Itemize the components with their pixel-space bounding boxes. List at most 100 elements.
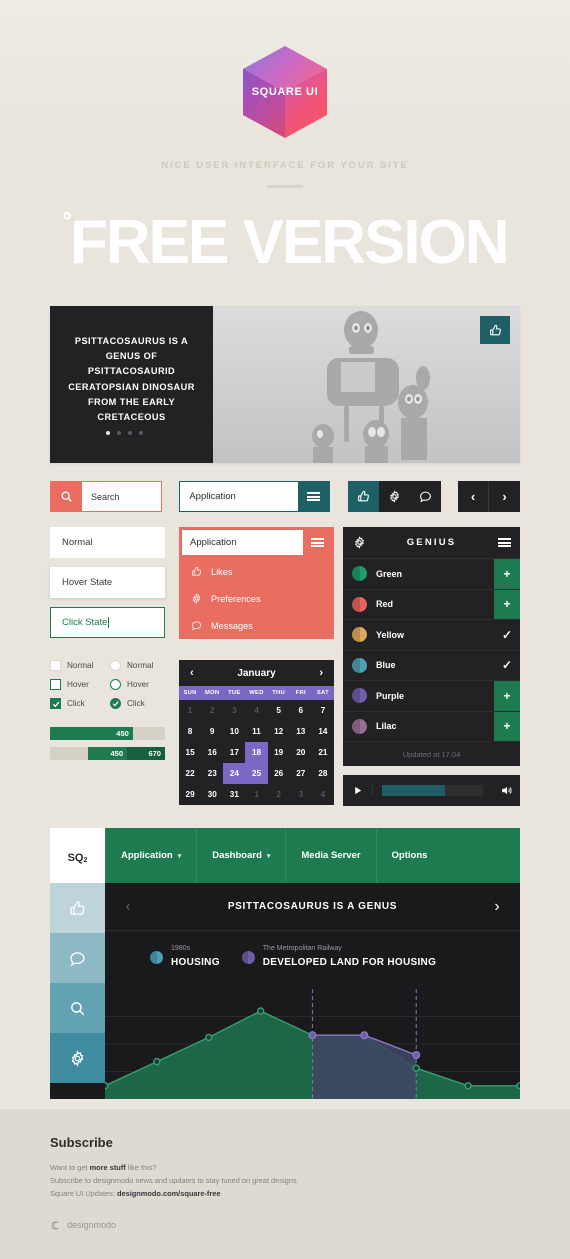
dropdown-header[interactable]: Application — [179, 527, 334, 558]
input-hover[interactable]: Hover State — [50, 567, 165, 598]
calendar-day[interactable]: 3 — [223, 700, 245, 721]
play-button[interactable] — [343, 785, 373, 796]
add-button[interactable]: + — [494, 711, 520, 741]
thumbs-up-button[interactable] — [347, 481, 379, 512]
calendar-day[interactable]: 7 — [312, 700, 334, 721]
gear-button[interactable] — [343, 536, 375, 549]
calendar-day[interactable]: 3 — [290, 784, 312, 805]
input-click[interactable]: Click State — [50, 607, 165, 638]
calendar-day[interactable]: 12 — [268, 721, 290, 742]
dropdown-item-preferences[interactable]: Preferences — [179, 585, 334, 612]
slider-dots[interactable] — [106, 431, 143, 435]
calendar-day[interactable]: 8 — [179, 721, 201, 742]
radio-icon[interactable] — [110, 679, 121, 690]
calendar-day[interactable]: 22 — [179, 763, 201, 784]
calendar-day[interactable]: 4 — [245, 700, 267, 721]
checkbox-click[interactable]: Click — [50, 698, 110, 709]
radio-icon[interactable] — [110, 698, 121, 709]
hamburger-icon[interactable] — [303, 530, 331, 555]
search-field[interactable]: Search — [50, 481, 162, 512]
messages-button[interactable] — [410, 481, 441, 512]
confirm-button[interactable]: ✓ — [494, 651, 520, 681]
nav-item-options[interactable]: Options — [375, 828, 443, 883]
footer-line1-bold[interactable]: more stuff — [90, 1163, 126, 1172]
dropdown-item-messages[interactable]: Messages — [179, 612, 334, 639]
next-button[interactable]: › — [489, 481, 520, 512]
volume-button[interactable] — [492, 784, 520, 797]
nav-item-media-server[interactable]: Media Server — [285, 828, 375, 883]
progress-bar-range[interactable]: 450 670 — [50, 747, 165, 760]
calendar-day[interactable]: 15 — [179, 742, 201, 763]
hero-like-button[interactable] — [480, 316, 510, 344]
calendar-day[interactable]: 10 — [223, 721, 245, 742]
calendar-next-button[interactable]: › — [319, 667, 323, 679]
calendar-day[interactable]: 16 — [201, 742, 223, 763]
add-button[interactable]: + — [494, 681, 520, 711]
sidebar-item-settings[interactable] — [50, 1033, 105, 1083]
add-button[interactable]: + — [494, 589, 520, 619]
calendar-day[interactable]: 20 — [290, 742, 312, 763]
radio-icon[interactable] — [110, 660, 121, 671]
application-select-value[interactable]: Application — [180, 482, 298, 511]
calendar-day[interactable]: 4 — [312, 784, 334, 805]
calendar-day[interactable]: 26 — [268, 763, 290, 784]
panel-prev-button[interactable]: ‹ — [105, 898, 151, 916]
calendar-day[interactable]: 2 — [201, 700, 223, 721]
calendar-day[interactable]: 30 — [201, 784, 223, 805]
radio-normal[interactable]: Normal — [110, 660, 170, 671]
sidebar-item-likes[interactable] — [50, 883, 105, 933]
calendar-day[interactable]: 31 — [223, 784, 245, 805]
checkbox-icon[interactable] — [50, 660, 61, 671]
sidebar-item-messages[interactable] — [50, 933, 105, 983]
calendar-day[interactable]: 13 — [290, 721, 312, 742]
player-progress-track[interactable] — [382, 785, 483, 796]
hamburger-icon[interactable] — [298, 482, 330, 511]
nav-item-dashboard[interactable]: Dashboard ▾ — [196, 828, 285, 883]
sidebar-item-search[interactable] — [50, 983, 105, 1033]
checkbox-icon[interactable] — [50, 698, 61, 709]
application-select[interactable]: Application — [179, 481, 331, 512]
calendar-day[interactable]: 2 — [268, 784, 290, 805]
calendar-day[interactable]: 29 — [179, 784, 201, 805]
calendar-day[interactable]: 1 — [245, 784, 267, 805]
checkbox-icon[interactable] — [50, 679, 61, 690]
calendar-day[interactable]: 23 — [201, 763, 223, 784]
checkbox-hover[interactable]: Hover — [50, 679, 110, 690]
confirm-button[interactable]: ✓ — [494, 620, 520, 650]
radio-click[interactable]: Click — [110, 698, 170, 709]
menu-button[interactable] — [488, 537, 520, 549]
radio-hover[interactable]: Hover — [110, 679, 170, 690]
calendar-day[interactable]: 14 — [312, 721, 334, 742]
dropdown-value[interactable]: Application — [182, 530, 303, 555]
footer-link[interactable]: designmodo.com/square-free — [117, 1189, 221, 1198]
settings-button[interactable] — [379, 481, 410, 512]
calendar-day[interactable]: 6 — [290, 700, 312, 721]
app-brand[interactable]: SQ 2 — [50, 828, 105, 883]
slider-dot[interactable] — [117, 431, 121, 435]
calendar-day[interactable]: 1 — [179, 700, 201, 721]
nav-item-application[interactable]: Application ▾ — [105, 828, 196, 883]
slider-dot[interactable] — [139, 431, 143, 435]
progress-bar-single[interactable]: 450 — [50, 727, 165, 740]
calendar-prev-button[interactable]: ‹ — [190, 667, 194, 679]
add-button[interactable]: + — [494, 559, 520, 589]
calendar-day[interactable]: 24 — [223, 763, 246, 784]
search-icon[interactable] — [51, 482, 82, 511]
calendar-day[interactable]: 9 — [201, 721, 223, 742]
slider-dot[interactable] — [106, 431, 110, 435]
calendar-day[interactable]: 17 — [223, 742, 245, 763]
slider-dot[interactable] — [128, 431, 132, 435]
calendar-day[interactable]: 11 — [245, 721, 267, 742]
checkbox-normal[interactable]: Normal — [50, 660, 110, 671]
panel-next-button[interactable]: › — [474, 898, 520, 916]
calendar-day[interactable]: 5 — [268, 700, 290, 721]
input-normal[interactable]: Normal — [50, 527, 165, 558]
prev-button[interactable]: ‹ — [458, 481, 490, 512]
calendar-day[interactable]: 19 — [268, 742, 290, 763]
calendar-day[interactable]: 21 — [312, 742, 334, 763]
calendar-day[interactable]: 27 — [290, 763, 312, 784]
dropdown-item-likes[interactable]: Likes — [179, 558, 334, 585]
search-input[interactable]: Search — [82, 482, 161, 511]
designmodo-logo[interactable]: designmodo — [50, 1220, 570, 1231]
calendar-day[interactable]: 25 — [245, 763, 268, 784]
